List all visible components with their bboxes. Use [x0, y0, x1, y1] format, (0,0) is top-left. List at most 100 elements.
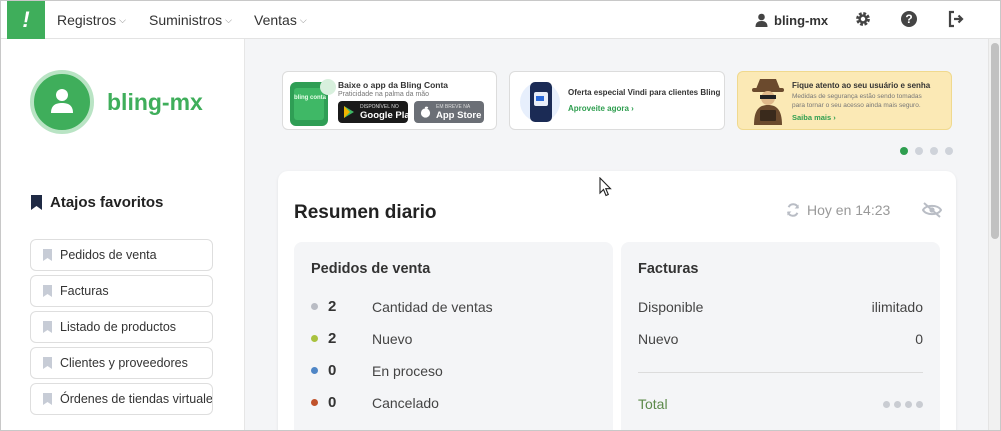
banner-vindi-offer[interactable]: Oferta especial Vindi para clientes Blin… — [509, 71, 725, 130]
order-row-cancelado[interactable]: 0 Cancelado — [311, 394, 601, 411]
user-menu[interactable]: bling-mx — [755, 1, 828, 39]
banner-security-warning[interactable]: Fique atento ao seu usuário e senha Medi… — [737, 71, 952, 130]
banner-subtitle-1: Medidas de segurança estão sendo tomadas — [792, 93, 922, 100]
carousel-dots — [900, 147, 953, 155]
chevron-down-icon: ⌵ — [225, 14, 232, 25]
banner-subtitle-2: para tornar o seu acesso ainda mais segu… — [792, 102, 921, 109]
hacker-icon — [752, 79, 784, 125]
user-icon — [51, 89, 73, 113]
settings-icon[interactable] — [854, 10, 872, 28]
order-row-nuevo[interactable]: 2 Nuevo — [311, 330, 601, 347]
favorite-pedidos-de-venta[interactable]: Pedidos de venta — [30, 239, 213, 271]
favorite-label: Pedidos de venta — [60, 248, 157, 262]
invoices-new-label: Nuevo — [638, 331, 679, 347]
invoices-title: Facturas — [638, 261, 699, 277]
invoices-available-label: Disponible — [638, 299, 704, 315]
nav-registros-label: Registros — [57, 12, 117, 28]
chevron-right-icon: › — [833, 113, 836, 122]
company-name: bling-mx — [107, 89, 203, 115]
order-row-cantidad-de-ventas[interactable]: 2 Cantidad de ventas — [311, 298, 601, 315]
sidebar: bling-mx Atajos favoritos Pedidos de ven… — [1, 39, 245, 430]
nav-suministros[interactable]: Suministros ⌵ — [149, 1, 232, 39]
invoices-available-value: ilimitado — [871, 299, 923, 315]
order-count: 2 — [328, 330, 337, 347]
order-label: Cancelado — [372, 394, 439, 411]
svg-text:?: ? — [905, 12, 912, 26]
hidden-value-mask — [883, 401, 923, 408]
status-dot — [311, 335, 318, 342]
status-dot — [311, 367, 318, 374]
help-icon[interactable]: ? — [900, 10, 918, 28]
bookmark-icon — [43, 249, 52, 261]
bookmark-icon — [43, 321, 52, 333]
google-play-label: Google Play — [360, 110, 415, 121]
sales-orders-panel: Pedidos de venta 2 Cantidad de ventas 2 … — [294, 242, 613, 430]
nav-ventas[interactable]: Ventas ⌵ — [254, 1, 307, 39]
vertical-scrollbar[interactable] — [988, 39, 1000, 430]
invoices-total-label: Total — [638, 396, 668, 412]
banner-title: Baixe o app da Bling Conta — [338, 80, 449, 90]
app-window: ! Registros ⌵ Suministros ⌵ Ventas ⌵ bli… — [0, 0, 1001, 431]
google-play-icon — [344, 106, 354, 118]
bookmark-icon — [43, 285, 52, 297]
apple-icon — [420, 106, 431, 118]
order-label: Cantidad de ventas — [372, 298, 493, 315]
favorite-clientes-y-proveedores[interactable]: Clientes y proveedores — [30, 347, 213, 379]
nav-registros[interactable]: Registros ⌵ — [57, 1, 126, 39]
favorites-heading: Atajos favoritos — [31, 194, 163, 211]
bookmark-icon — [43, 393, 52, 405]
logout-icon[interactable] — [947, 10, 965, 28]
bookmark-icon — [43, 357, 52, 369]
invoices-total-row: Total — [638, 396, 923, 412]
favorite-ordenes-de-tiendas-virtuales[interactable]: Órdenes de tiendas virtuales — [30, 383, 213, 415]
invoices-available-row: Disponible ilimitado — [638, 299, 923, 315]
banner-link-label: Saiba mais — [792, 113, 832, 122]
app-label: bling conta — [294, 95, 326, 101]
banner-bling-conta-app[interactable]: bling conta Baixe o app da Bling Conta P… — [282, 71, 497, 130]
sales-orders-title: Pedidos de venta — [311, 261, 431, 277]
banner-subtitle: Praticidade na palma da mão — [338, 91, 430, 98]
bookmark-icon — [31, 195, 42, 210]
favorites-title: Atajos favoritos — [50, 194, 164, 211]
banner-link[interactable]: Aproveite agora › — [568, 104, 634, 113]
favorite-label: Listado de productos — [60, 320, 177, 334]
refresh-icon — [787, 203, 799, 217]
carousel-dot[interactable] — [930, 147, 938, 155]
app-store-label: App Store — [436, 110, 482, 121]
order-count: 2 — [328, 298, 337, 315]
chevron-down-icon: ⌵ — [299, 14, 307, 25]
app-store-button[interactable]: EM BREVE NA App Store — [414, 101, 484, 123]
card-machine-icon — [520, 82, 560, 122]
order-label: Nuevo — [372, 330, 413, 347]
eye-slash-icon[interactable] — [922, 202, 942, 218]
scrollbar-thumb[interactable] — [991, 43, 999, 239]
order-count: 0 — [328, 394, 337, 411]
mouse-cursor-icon — [599, 177, 612, 197]
banner-link-label: Aproveite agora — [568, 104, 629, 113]
favorite-label: Facturas — [60, 284, 109, 298]
refresh-button[interactable]: Hoy en 14:23 — [786, 202, 890, 218]
favorite-facturas[interactable]: Facturas — [30, 275, 213, 307]
top-navigation-bar: ! Registros ⌵ Suministros ⌵ Ventas ⌵ bli… — [1, 1, 1000, 43]
banner-title: Fique atento ao seu usuário e senha — [792, 81, 931, 90]
invoices-panel: Facturas Disponible ilimitado Nuevo 0 To… — [621, 242, 940, 430]
bling-logo[interactable]: ! — [7, 1, 45, 43]
carousel-dot[interactable] — [900, 147, 908, 155]
company-avatar[interactable] — [30, 70, 94, 134]
carousel-dot[interactable] — [945, 147, 953, 155]
invoices-new-value: 0 — [915, 331, 923, 347]
banner-link[interactable]: Saiba mais › — [792, 113, 836, 122]
order-row-en-proceso[interactable]: 0 En proceso — [311, 362, 601, 379]
carousel-dot[interactable] — [915, 147, 923, 155]
invoices-new-row: Nuevo 0 — [638, 331, 923, 347]
google-play-button[interactable]: DISPONÍVEL NO Google Play — [338, 101, 415, 123]
chevron-down-icon: ⌵ — [119, 14, 126, 25]
summary-updated: Hoy en 14:23 — [807, 202, 891, 218]
nav-ventas-label: Ventas — [254, 12, 297, 28]
order-count: 0 — [328, 362, 337, 379]
divider — [638, 372, 923, 373]
status-dot — [311, 399, 318, 406]
summary-title: Resumen diario — [294, 202, 437, 223]
favorite-label: Clientes y proveedores — [60, 356, 188, 370]
favorite-listado-de-productos[interactable]: Listado de productos — [30, 311, 213, 343]
